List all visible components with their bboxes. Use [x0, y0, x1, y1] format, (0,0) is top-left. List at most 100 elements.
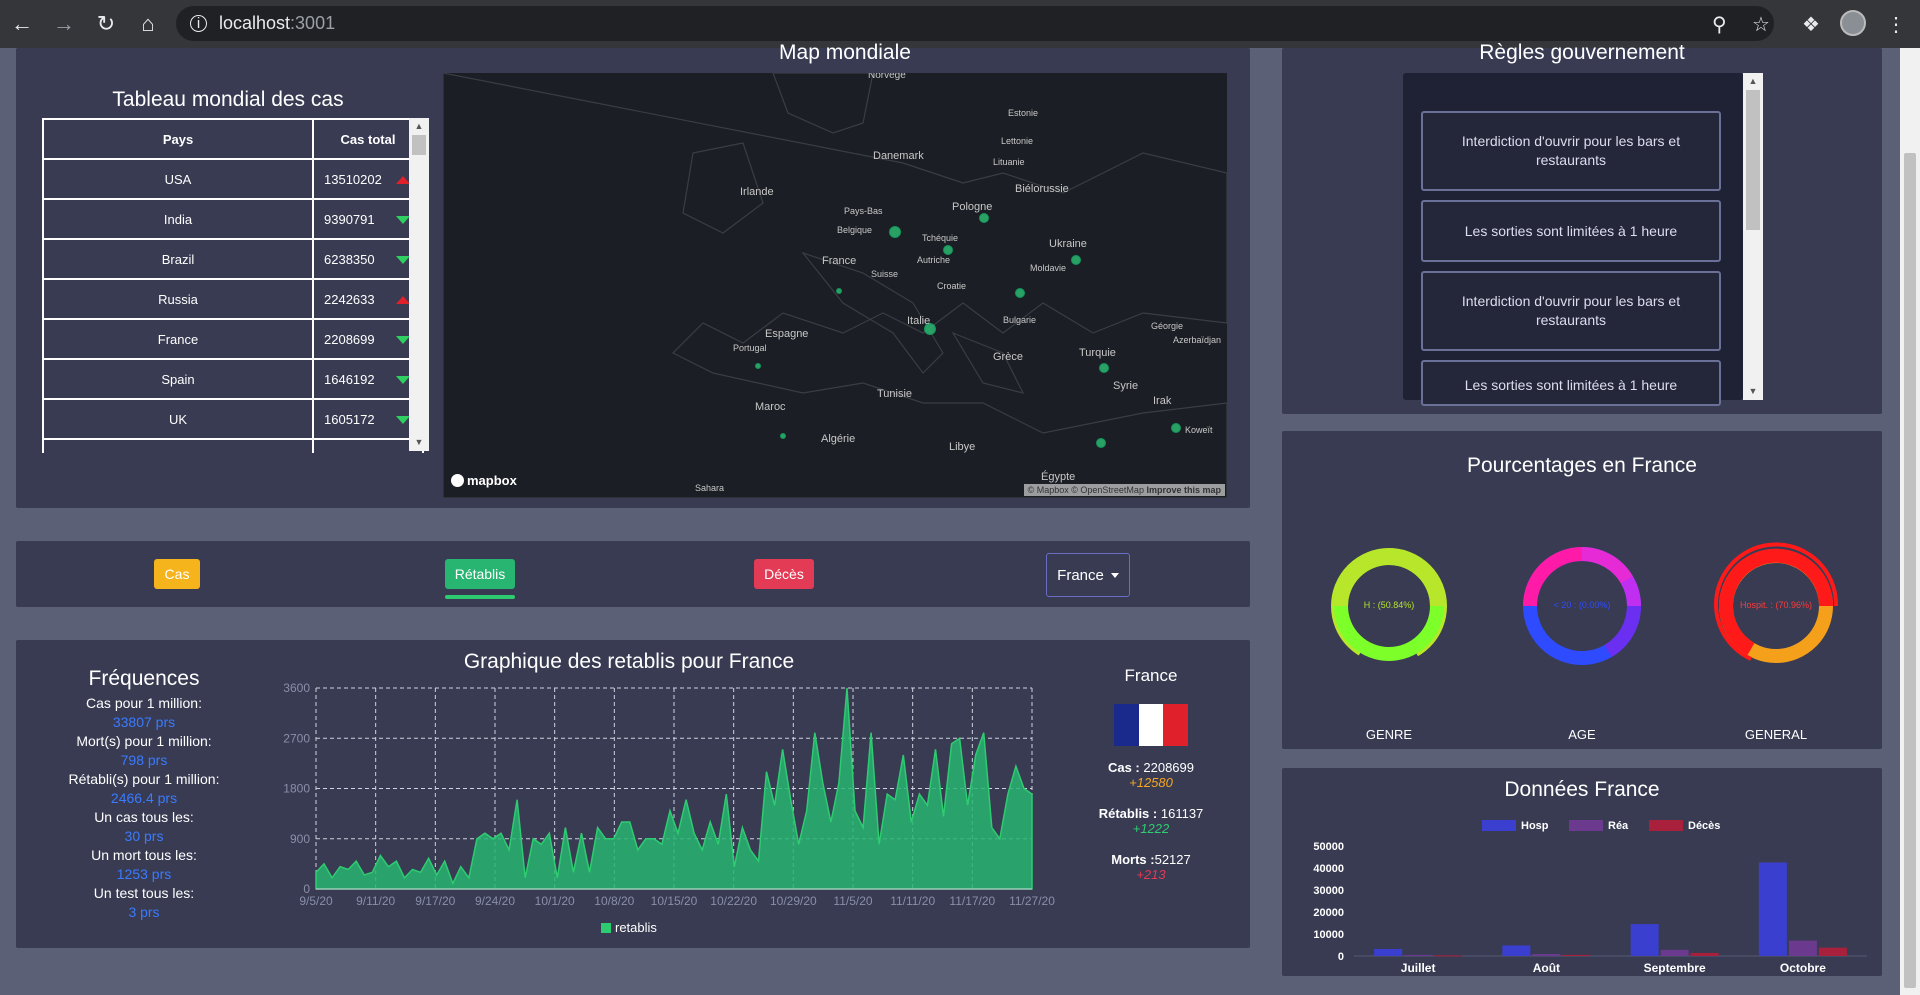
zoom-icon[interactable]: ⚲	[1712, 12, 1727, 37]
rules-scroll-up-icon[interactable]: ▲	[1743, 73, 1763, 90]
bar-décès[interactable]	[1434, 955, 1463, 957]
reload-icon[interactable]: ↻	[86, 4, 126, 44]
legend-swatch[interactable]	[1649, 820, 1683, 831]
table-row[interactable]: Russia 2242633	[42, 278, 424, 320]
page-scrollbar[interactable]	[1900, 48, 1920, 995]
rule-item[interactable]: Interdiction d'ouvrir pour les bars et r…	[1421, 111, 1721, 191]
legend-label[interactable]: Décès	[1688, 820, 1720, 832]
rule-item[interactable]: Interdiction d'ouvrir pour les bars et r…	[1421, 271, 1721, 351]
general-center-label: Hospit. : (70.96%)	[1739, 600, 1813, 610]
bar-réa[interactable]	[1788, 940, 1817, 956]
bar-hosp[interactable]	[1502, 945, 1531, 956]
map-dot[interactable]	[755, 363, 761, 369]
map-label: France	[822, 255, 857, 267]
cas-stat: Cas : 2208699	[1076, 760, 1226, 775]
y-tick-label: 900	[290, 832, 310, 846]
map-dot[interactable]	[780, 433, 786, 439]
map-label: Danemark	[873, 150, 924, 162]
flag-blue	[1114, 704, 1139, 746]
legend-swatch[interactable]	[1482, 820, 1516, 831]
recovered-chart-title: Graphique des retablis pour France	[463, 650, 795, 673]
bar-réa[interactable]	[1404, 954, 1433, 956]
x-tick-label: 9/5/20	[299, 894, 333, 908]
table-row[interactable]: France 2208699	[42, 318, 424, 360]
rules-scroll-down-icon[interactable]: ▼	[1743, 383, 1763, 400]
legend-label[interactable]: Hosp	[1521, 820, 1549, 832]
extensions-icon[interactable]: ❖	[1802, 12, 1820, 37]
header-total-cases[interactable]: Cas total	[312, 118, 424, 160]
table-row[interactable]: UK 1605172	[42, 398, 424, 440]
map-dot[interactable]	[1099, 363, 1109, 373]
scroll-up-icon[interactable]: ▲	[409, 118, 429, 135]
address-bar[interactable]: i localhost:3001	[176, 6, 1774, 41]
world-map[interactable]: Norvege Estonie Lettonie Danemark Lituan…	[443, 73, 1227, 498]
bar-décès[interactable]	[1818, 947, 1847, 956]
rules-scrollbar-thumb[interactable]	[1746, 90, 1760, 230]
map-dot[interactable]	[1096, 438, 1106, 448]
bar-réa[interactable]	[1660, 949, 1689, 956]
rules-scrollbar[interactable]: ▲ ▼	[1743, 73, 1763, 400]
map-label: Libye	[949, 441, 976, 453]
frequency-value: 798 prs	[120, 752, 168, 768]
map-label: Croatie	[937, 281, 967, 291]
map-label: Syrie	[1113, 380, 1139, 392]
x-tick-label: Juillet	[1401, 961, 1436, 975]
country-cell: India	[42, 198, 314, 240]
x-tick-label: 9/24/20	[475, 894, 515, 908]
header-country[interactable]: Pays	[42, 118, 314, 160]
table-row[interactable]: Spain 1646192	[42, 358, 424, 400]
map-label: Algérie	[821, 433, 856, 445]
table-scrollbar[interactable]: ▲ ▼	[409, 118, 429, 451]
rule-item[interactable]: Les sorties sont limitées à 1 heure	[1421, 200, 1721, 262]
bar-hosp[interactable]	[1758, 862, 1787, 957]
bar-réa[interactable]	[1532, 954, 1561, 956]
table-scrollbar-thumb[interactable]	[412, 135, 426, 155]
map-dot[interactable]	[1171, 423, 1181, 433]
table-row[interactable]: India 9390791	[42, 198, 424, 240]
map-label: Azerbaïdjan	[1173, 335, 1222, 345]
table-row[interactable]	[42, 438, 424, 453]
mapbox-logo[interactable]: mapbox	[451, 473, 517, 488]
legend-label[interactable]: Réa	[1608, 820, 1629, 832]
table-row[interactable]: Brazil 6238350	[42, 238, 424, 280]
map-label: Égypte	[1041, 471, 1076, 483]
info-icon[interactable]: i	[190, 15, 207, 32]
map-dot[interactable]	[979, 213, 989, 223]
general-label: GENERAL	[1744, 727, 1808, 742]
france-bar-chart: Hosp Réa Décès 0 10000 20000 30000 40000 50000 Ju…	[1313, 820, 1867, 975]
retablis-button[interactable]: Rétablis	[445, 559, 515, 589]
scroll-down-icon[interactable]: ▼	[409, 434, 429, 451]
frequencies-list: Cas pour 1 million: 33807 prs Mort(s) pour…	[46, 694, 242, 922]
map-dot[interactable]	[943, 245, 953, 255]
improve-map-link[interactable]: Improve this map	[1146, 485, 1221, 495]
deces-button[interactable]: Décès	[754, 559, 814, 589]
bar-hosp[interactable]	[1374, 948, 1403, 956]
country-select[interactable]: France	[1046, 553, 1130, 597]
bar-décès[interactable]	[1562, 954, 1591, 956]
menu-icon[interactable]: ⋮	[1886, 12, 1906, 37]
forward-icon[interactable]: →	[44, 4, 84, 44]
profile-avatar[interactable]	[1840, 10, 1866, 36]
table-row[interactable]: USA 13510202	[42, 158, 424, 200]
frequency-label: Mort(s) pour 1 million:	[76, 733, 212, 749]
x-tick-label: Septembre	[1644, 961, 1706, 975]
map-dot[interactable]	[1015, 288, 1025, 298]
map-dot[interactable]	[889, 226, 901, 238]
frequency-label: Un mort tous les:	[91, 847, 197, 863]
page-scrollbar-thumb[interactable]	[1904, 153, 1916, 988]
map-dot[interactable]	[1071, 255, 1081, 265]
attribution-text[interactable]: © Mapbox © OpenStreetMap	[1028, 485, 1144, 495]
legend-swatch[interactable]	[1569, 820, 1603, 831]
map-dot[interactable]	[836, 288, 842, 294]
bar-décès[interactable]	[1690, 952, 1719, 956]
back-icon[interactable]: ←	[2, 4, 42, 44]
bar-hosp[interactable]	[1630, 924, 1659, 956]
y-tick-label: 1800	[283, 782, 310, 796]
cas-button[interactable]: Cas	[154, 559, 200, 589]
home-icon[interactable]: ⌂	[128, 4, 168, 44]
rule-item[interactable]: Les sorties sont limitées à 1 heure	[1421, 360, 1721, 406]
map-label: Irak	[1153, 395, 1172, 407]
bookmark-star-icon[interactable]: ☆	[1752, 12, 1770, 37]
map-label: Espagne	[765, 328, 809, 340]
chart-legend[interactable]: retablis	[601, 920, 657, 935]
